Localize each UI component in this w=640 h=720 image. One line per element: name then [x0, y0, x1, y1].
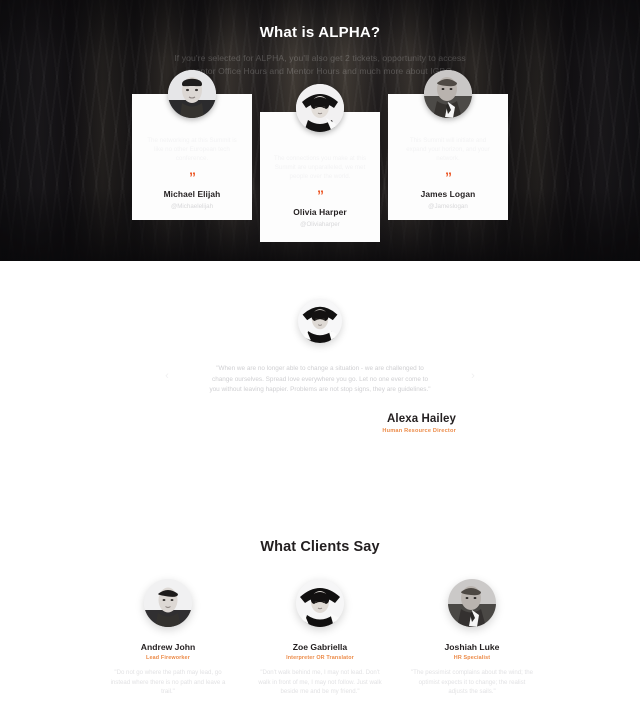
portrait-michael-elijah [168, 70, 216, 118]
clients-row: Andrew John Lead Fireworker "Do not go w… [0, 579, 640, 697]
client-quote: "Don't walk behind me, I may not lead. D… [258, 669, 382, 695]
featured-author-role: Human Resource Director [382, 427, 456, 434]
avatar [448, 579, 496, 627]
avatar [168, 70, 216, 118]
testimonial-card[interactable]: The connections you make at this Summit … [260, 84, 380, 242]
client-card[interactable]: Zoe Gabriella Interpreter OR Translator … [257, 579, 383, 697]
quote-mark-icon: ” [317, 187, 324, 203]
hero-content: What is ALPHA? If you're selected for AL… [0, 0, 640, 78]
client-role: Lead Fireworker [146, 655, 190, 661]
featured-author-block: Alexa Hailey Human Resource Director [0, 413, 640, 434]
testimonial-quote: The networking at this Summit is like no… [147, 137, 237, 162]
page-title: What is ALPHA? [259, 24, 381, 41]
slider-next-arrow-icon[interactable]: › [466, 369, 480, 383]
portrait-james-logan [424, 70, 472, 118]
testimonial-quote: This Summit will initiate and expand you… [406, 137, 490, 162]
clients-section: What Clients Say Andrew John Lead Firewo… [0, 501, 640, 697]
portrait-zoe-gabriella [296, 579, 344, 627]
testimonial-author-name: James Logan [420, 189, 476, 199]
testimonial-author-name: Michael Elijah [163, 189, 221, 199]
client-card[interactable]: Andrew John Lead Fireworker "Do not go w… [105, 579, 231, 697]
quote-mark-icon: ” [189, 169, 196, 185]
avatar [144, 579, 192, 627]
client-role: HR Specialist [453, 655, 491, 661]
avatar [298, 299, 342, 343]
testimonial-quote: The connections you make at this Summit … [273, 155, 367, 180]
client-quote: "The pessimist complains about the wind;… [410, 669, 534, 695]
avatar [424, 70, 472, 118]
testimonial-author-handle: @Michaelelijah [170, 203, 214, 210]
testimonial-author-handle: @Jameslogan [428, 203, 468, 210]
avatar [296, 84, 344, 132]
client-name: Joshiah Luke [444, 642, 500, 652]
avatar [296, 579, 344, 627]
testimonial-card-row: The networking at this Summit is like no… [0, 70, 640, 242]
featured-author-name: Alexa Hailey [387, 412, 456, 425]
featured-quote-text: "When we are no longer able to change a … [209, 365, 431, 393]
clients-section-title: What Clients Say [260, 539, 380, 555]
testimonial-author-name: Olivia Harper [293, 207, 347, 217]
testimonial-author-handle: @Oliviaharper [300, 221, 340, 228]
quote-mark-icon: ” [445, 169, 452, 185]
portrait-joshiah-luke [448, 579, 496, 627]
client-quote: "Do not go where the path may lead, go i… [110, 669, 226, 695]
portrait-olivia-harper [296, 84, 344, 132]
hero-section: What is ALPHA? If you're selected for AL… [0, 0, 640, 261]
testimonial-card[interactable]: The networking at this Summit is like no… [132, 70, 252, 220]
featured-avatar-wrap [0, 299, 640, 348]
featured-testimonial-section: "When we are no longer able to change a … [0, 261, 640, 501]
portrait-andrew-john [144, 579, 192, 627]
client-role: Interpreter OR Translator [286, 655, 354, 661]
client-name: Zoe Gabriella [292, 642, 348, 652]
slider-prev-arrow-icon[interactable]: ‹ [160, 369, 174, 383]
client-card[interactable]: Joshiah Luke HR Specialist "The pessimis… [409, 579, 535, 697]
hero-subtitle: If you're selected for ALPHA, you'll als… [174, 53, 466, 76]
client-name: Andrew John [140, 642, 196, 652]
testimonial-card[interactable]: This Summit will initiate and expand you… [388, 70, 508, 220]
portrait-alexa-hailey [298, 299, 342, 343]
